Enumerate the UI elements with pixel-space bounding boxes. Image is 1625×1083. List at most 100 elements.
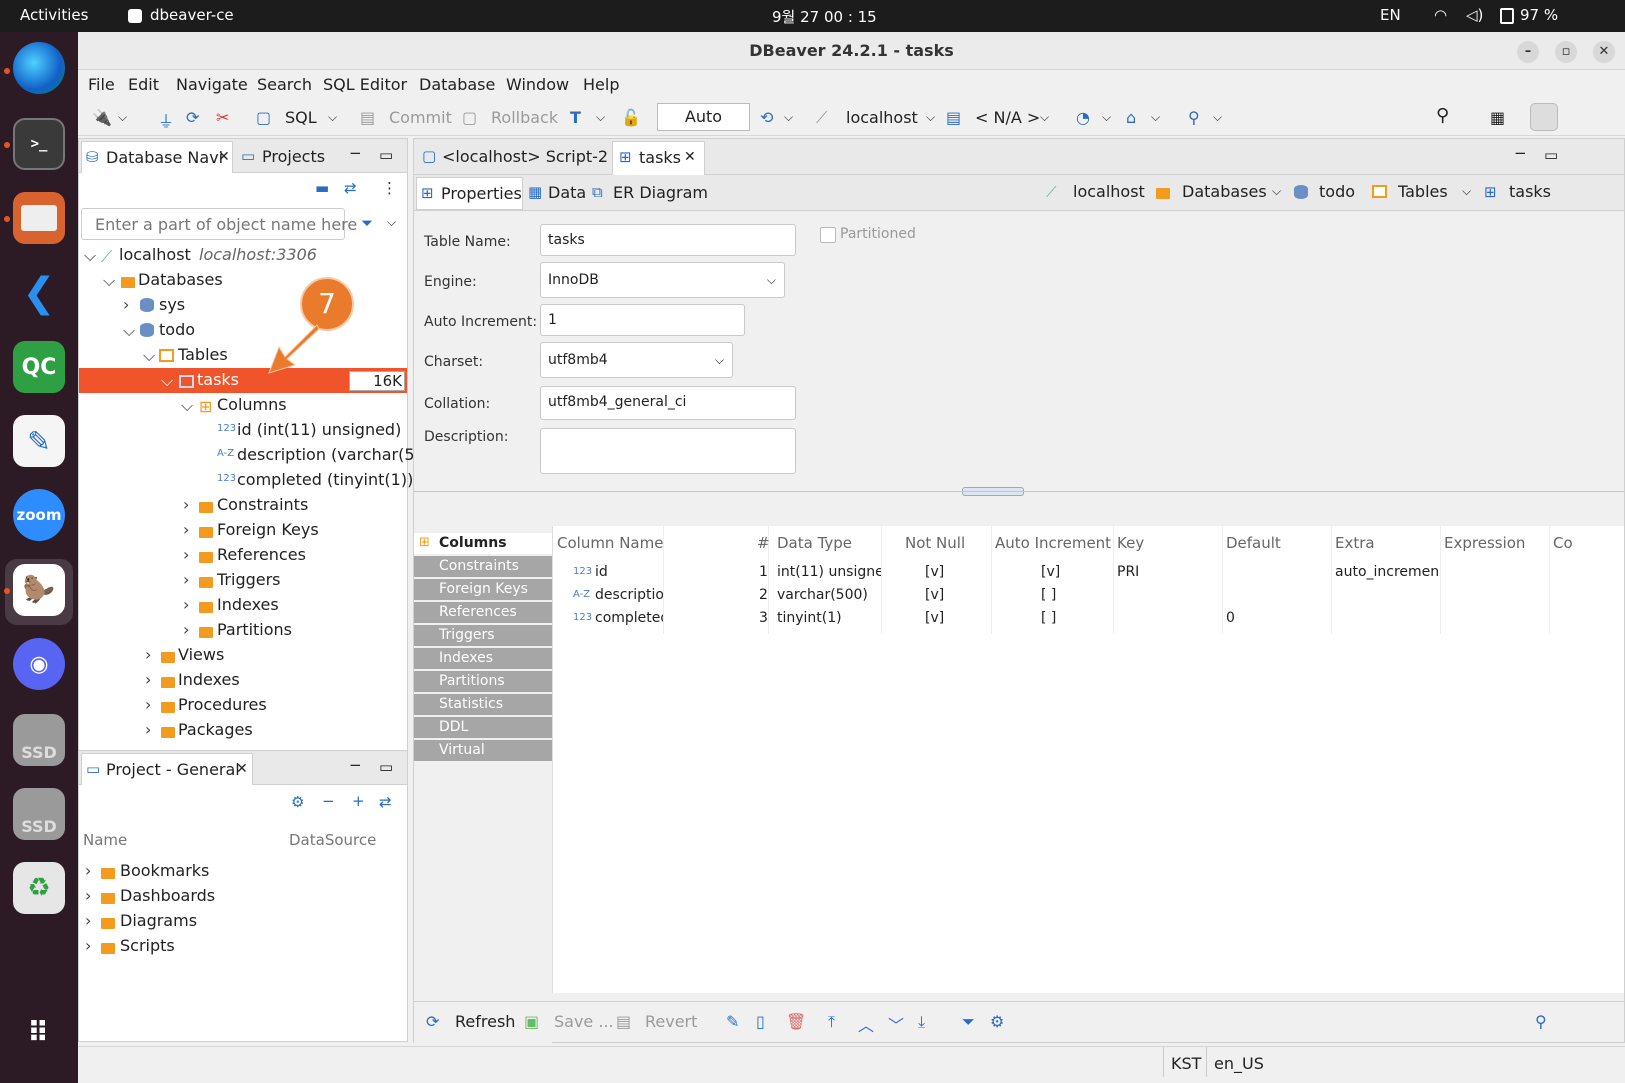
breadcrumb-tables[interactable]: Tables (1398, 182, 1448, 201)
chevron-down-icon[interactable]: ⌵ (181, 396, 193, 416)
subtab-properties[interactable]: ⊞ Properties (416, 177, 523, 210)
filter-icon[interactable]: ⏷ (361, 214, 373, 232)
chevron-right-icon[interactable]: › (183, 545, 189, 564)
chevron-right-icon[interactable]: › (85, 886, 91, 905)
files-icon[interactable] (13, 192, 65, 244)
minimize-panel-icon[interactable]: − (349, 144, 362, 162)
subtab-data[interactable]: Data (548, 183, 586, 202)
chevron-right-icon[interactable]: › (183, 520, 189, 539)
cell-not-null[interactable]: [v] (925, 587, 944, 603)
grid-header-data-type[interactable]: Data Type (777, 534, 852, 552)
tab-projects[interactable]: Projects (262, 147, 325, 166)
delete-icon[interactable]: 🗑 (786, 1012, 806, 1031)
menu-database[interactable]: Database (419, 75, 495, 94)
subtab-er-diagram[interactable]: ER Diagram (613, 183, 708, 202)
remove-icon[interactable]: − (322, 792, 335, 810)
table-row[interactable]: A-Z descriptior 2 varchar(500) [v] [ ] (553, 585, 1625, 607)
disconnect-icon[interactable]: ✂ (216, 108, 229, 127)
cell-data-type[interactable]: varchar(500) (777, 587, 868, 603)
tab-database-navigator[interactable]: ⛁ Database Navi ✕ (81, 141, 233, 173)
commit-button[interactable]: Commit (389, 108, 452, 127)
chevron-down-icon[interactable]: ⌵ (1213, 110, 1222, 125)
texteditor-icon[interactable]: ✎ (13, 415, 65, 467)
table-row[interactable]: 123 completed 3 tinyint(1) [v] [ ] 0 (553, 608, 1625, 630)
grid-header-number[interactable]: # (757, 534, 770, 552)
chevron-down-icon[interactable]: ⌵ (596, 110, 605, 125)
ssd-icon[interactable]: SSD (13, 714, 65, 766)
ssd-icon[interactable]: SSD (13, 788, 65, 840)
sidetab-statistics[interactable]: Statistics (414, 694, 552, 715)
move-down-icon[interactable]: ﹀ (888, 1012, 904, 1036)
commit-icon[interactable]: ▤ (360, 108, 375, 127)
sidetab-ddl[interactable]: DDL (414, 717, 552, 738)
chevron-down-icon[interactable]: ⌵ (1151, 110, 1160, 125)
active-schema[interactable]: < N/A > (975, 108, 1040, 127)
dbeaver-icon[interactable]: 🦫 (13, 564, 65, 616)
connect-icon[interactable]: ⏚ (158, 108, 174, 132)
sidetab-foreign-keys[interactable]: Foreign Keys (414, 579, 552, 600)
chevron-down-icon[interactable]: ⌵ (118, 110, 127, 125)
grid-header-extra[interactable]: Extra (1335, 534, 1375, 552)
active-app-name[interactable]: dbeaver-ce (150, 6, 234, 24)
new-connection-icon[interactable]: 🔌 (92, 108, 112, 127)
cell-default[interactable]: 0 (1226, 610, 1235, 626)
transaction-mode-icon[interactable]: T (570, 108, 581, 127)
sash-divider[interactable] (414, 491, 1624, 492)
move-top-icon[interactable]: ⤒ (828, 1012, 835, 1032)
menu-navigate[interactable]: Navigate (176, 75, 248, 94)
move-up-icon[interactable]: ︿ (858, 1012, 874, 1036)
chevron-right-icon[interactable]: › (183, 595, 189, 614)
add-icon[interactable]: + (352, 792, 365, 810)
menu-sql-editor[interactable]: SQL Editor (323, 75, 407, 94)
menu-help[interactable]: Help (583, 75, 619, 94)
refresh-button[interactable]: Refresh (455, 1012, 515, 1031)
activities-button[interactable]: Activities (20, 6, 88, 24)
project-item-bookmarks[interactable]: Bookmarks (120, 861, 209, 880)
sidetab-constraints[interactable]: Constraints (414, 556, 552, 577)
cell-not-null[interactable]: [v] (925, 564, 944, 580)
chevron-down-icon[interactable]: ⌵ (926, 110, 935, 125)
cell-number[interactable]: 3 (759, 610, 768, 626)
chevron-down-icon[interactable]: ⌵ (1102, 110, 1111, 125)
trash-icon[interactable]: ♻ (13, 862, 65, 914)
chevron-down-icon[interactable]: ⌵ (387, 215, 396, 230)
tree-connection-localhost[interactable]: localhost (119, 245, 191, 264)
chevron-down-icon[interactable]: ⌵ (84, 246, 96, 266)
cell-auto-increment[interactable]: [ ] (1041, 610, 1056, 626)
battery-icon[interactable] (1500, 8, 1514, 24)
vscode-icon[interactable]: ❮ (13, 267, 65, 319)
chevron-down-icon[interactable]: ⌵ (1462, 184, 1471, 199)
menu-search[interactable]: Search (257, 75, 312, 94)
chevron-right-icon[interactable]: › (85, 936, 91, 955)
cell-data-type[interactable]: int(11) unsigne (777, 564, 881, 580)
refresh-icon[interactable]: ⟳ (426, 1012, 439, 1031)
breadcrumb-db-todo[interactable]: todo (1319, 182, 1355, 201)
project-item-scripts[interactable]: Scripts (120, 936, 175, 955)
cell-number[interactable]: 2 (759, 587, 768, 603)
auto-commit-mode[interactable]: Auto (657, 103, 750, 131)
edit-icon[interactable]: ✎ (726, 1012, 739, 1031)
chevron-down-icon[interactable]: ⌵ (784, 110, 793, 125)
cell-data-type[interactable]: tinyint(1) (777, 610, 842, 626)
charset-select[interactable]: utf8mb4 ⌵ (540, 342, 733, 378)
sidetab-triggers[interactable]: Triggers (414, 625, 552, 646)
tree-foreign-keys[interactable]: Foreign Keys (217, 520, 319, 539)
add-column-icon[interactable]: ▯ (756, 1012, 765, 1031)
menu-file[interactable]: File (88, 75, 115, 94)
reconnect-icon[interactable]: ⟳ (186, 108, 199, 127)
link-editor-icon[interactable]: ⇄ (344, 179, 357, 197)
tree-indexes-db[interactable]: Indexes (178, 670, 240, 689)
tree-db-sys[interactable]: sys (159, 295, 185, 314)
cell-number[interactable]: 1 (759, 564, 768, 580)
sidetab-indexes[interactable]: Indexes (414, 648, 552, 669)
tree-column-description[interactable]: description (varchar(50 (237, 445, 425, 464)
terminal-icon[interactable]: >_ (13, 118, 65, 170)
close-icon[interactable]: ✕ (684, 149, 696, 165)
minimize-panel-icon[interactable]: − (1514, 144, 1527, 162)
grid-header-auto-increment[interactable]: Auto Increment (995, 534, 1111, 552)
tree-views[interactable]: Views (178, 645, 224, 664)
maximize-panel-icon[interactable]: ▭ (379, 146, 393, 164)
tree-constraints[interactable]: Constraints (217, 495, 308, 514)
cell-column-name[interactable]: descriptior (595, 587, 663, 603)
cell-auto-increment[interactable]: [v] (1041, 564, 1060, 580)
